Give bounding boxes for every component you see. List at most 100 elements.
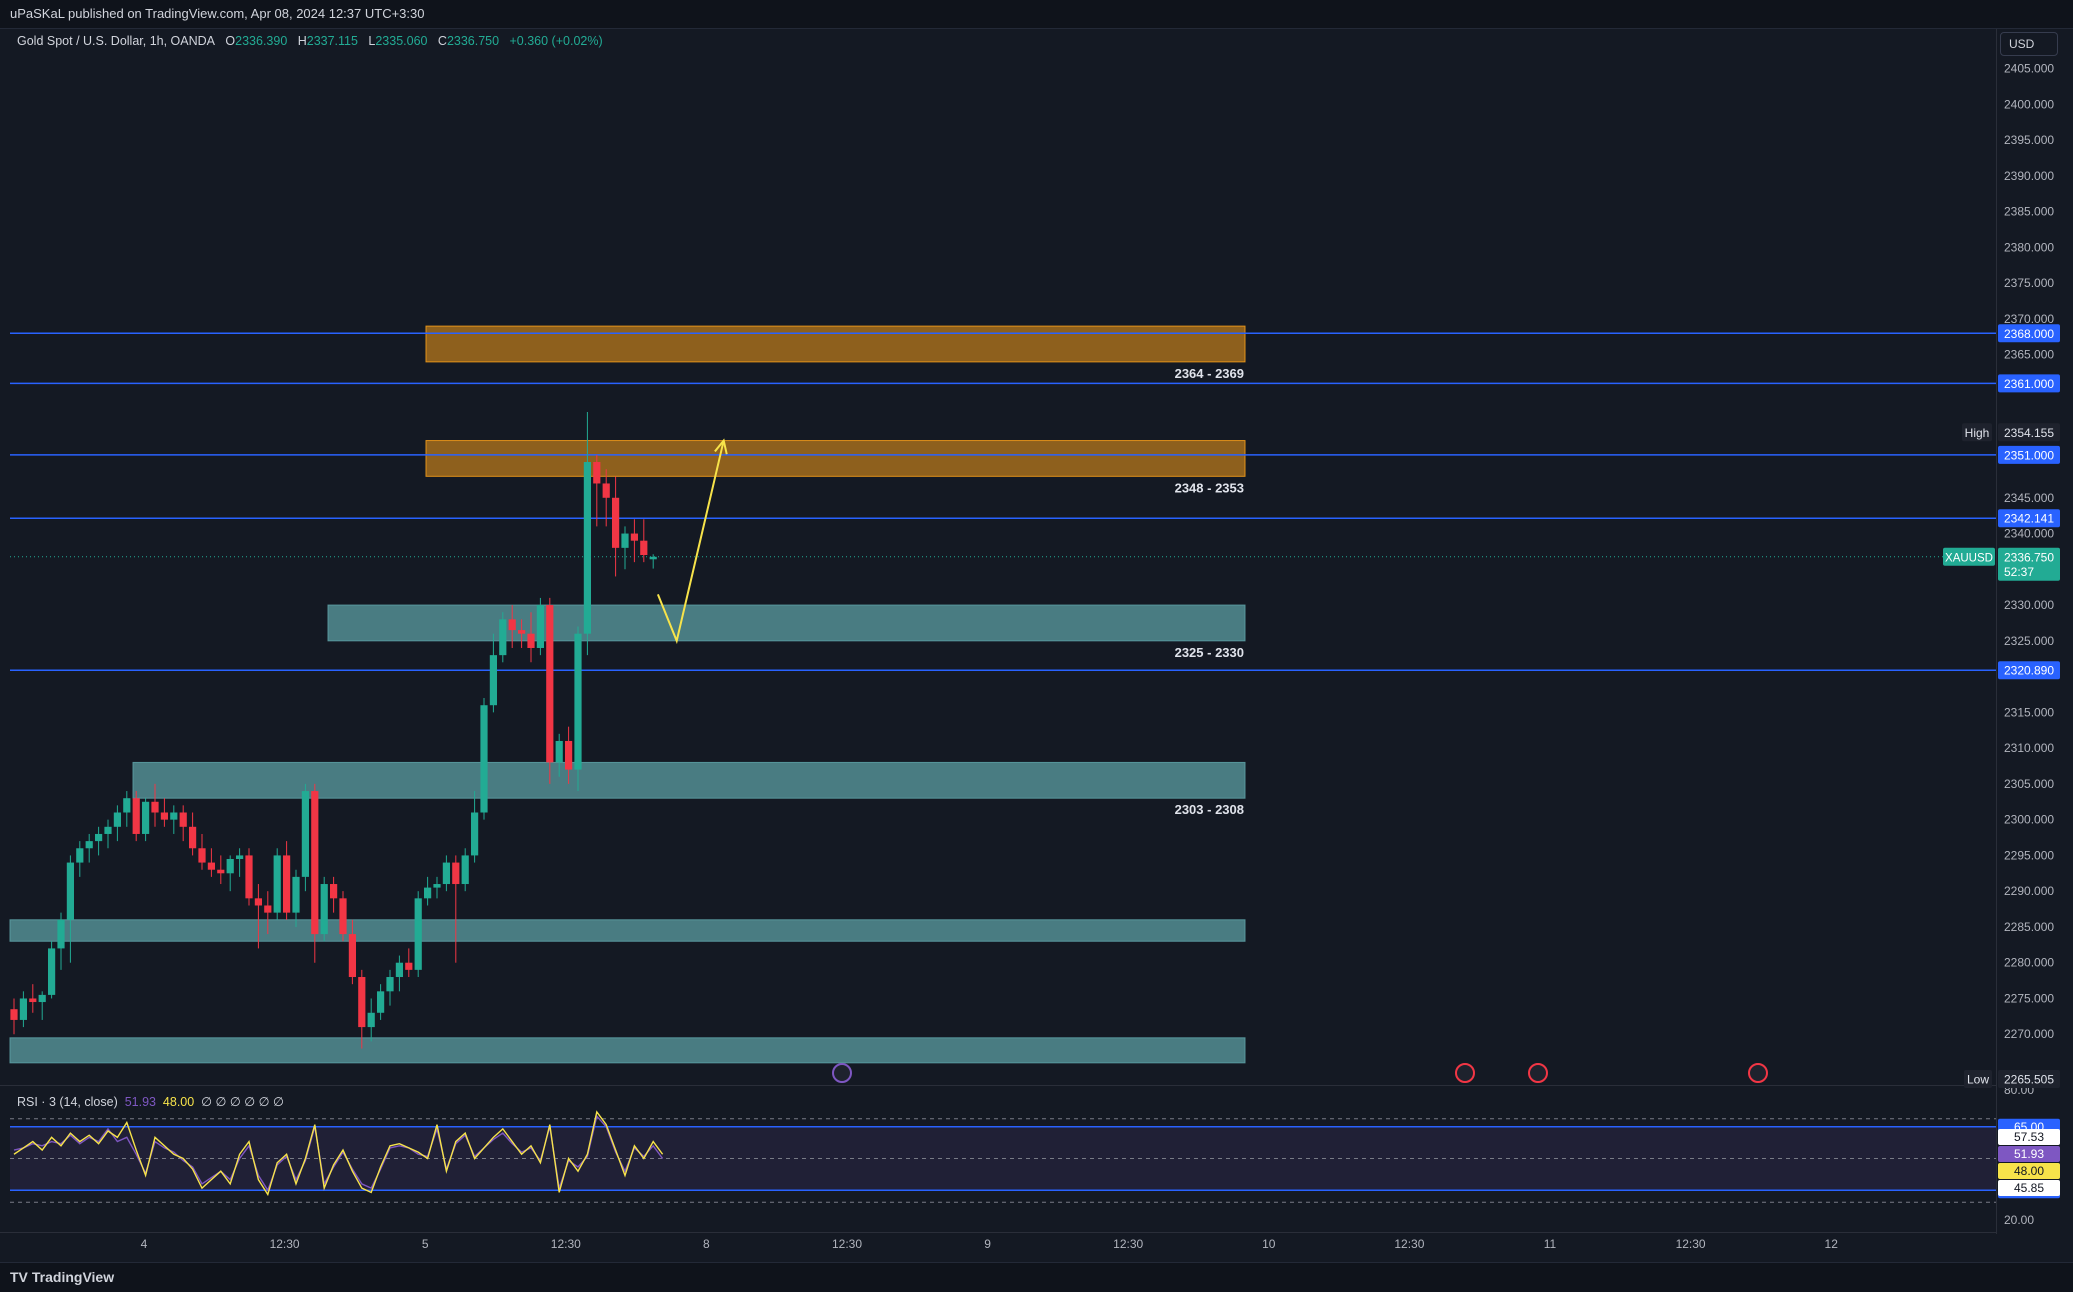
price-axis[interactable]: 2368.000 2361.000 2351.000 2342.141 2320.890… [1943,28,2060,1234]
candle-body-41 [395,962,403,978]
y-tick-3: 2390.000 [2004,169,2054,183]
time-axis-line [0,1232,1996,1233]
us-flag-icon-2 [1528,1063,1548,1083]
y-tick-7: 2370.000 [2004,312,2054,326]
countdown-label: 52:37 [2004,565,2034,579]
x-tick-2: 5 [422,1237,429,1251]
hline-tag-label-4: 2320.890 [2004,664,2054,678]
pane-separator [0,1085,1996,1086]
rsi-placeholders: ∅ ∅ ∅ ∅ ∅ ∅ [201,1095,284,1109]
y-tick-1: 2400.000 [2004,97,2054,111]
publish-info: uPaSKaL published on TradingView.com, Ap… [10,6,425,21]
y-tick-8: 2365.000 [2004,348,2054,362]
rsi-ma-value: 48.00 [162,1095,195,1109]
zone-3 [132,761,1246,799]
high-tag: High [1965,426,1990,440]
us-flag-icon-3 [1748,1063,1768,1083]
x-tick-8: 10 [1262,1237,1276,1251]
candle-body-31 [301,791,309,877]
y-tick-9: 2345.000 [2004,491,2054,505]
rsi-value: 51.93 [124,1095,156,1109]
us-flag-icon-1 [1455,1063,1475,1083]
y-tick-20: 2280.000 [2004,956,2054,970]
low-value: 2265.505 [2004,1073,2054,1087]
candle-body-52 [499,619,507,656]
y-tick-15: 2305.000 [2004,777,2054,791]
y-tick-14: 2310.000 [2004,741,2054,755]
rsi-scale-label-1: 51.93 [2014,1147,2044,1161]
zones-layer: 2364 - 2369 2348 - 2353 2325 - 2330 2303 - … [9,325,1246,1064]
candle-body-19 [189,826,197,849]
candle-body-1 [19,998,27,1020]
rsi-scale-label-3: 45.85 [2014,1181,2044,1195]
y-tick-10: 2340.000 [2004,527,2054,541]
candle-body-29 [283,855,291,913]
y-tick-12: 2325.000 [2004,634,2054,648]
lightning-icon-0 [832,1063,852,1083]
candle-body-12 [123,798,131,813]
rsi-scale-label-0: 57.53 [2014,1130,2044,1144]
candle-body-40 [386,977,394,992]
x-tick-1: 12:30 [270,1237,300,1251]
y-tick-16: 2300.000 [2004,813,2054,827]
candle-body-58 [555,740,563,763]
candle-body-18 [179,812,187,827]
candle-body-14 [142,801,150,834]
candle-body-34 [330,884,338,899]
high-value: 2354.155 [2004,426,2054,440]
candle-body-57 [546,605,554,763]
zone-2 [327,604,1246,642]
high-value: 2337.115 [306,34,358,48]
candle-body-21 [207,862,215,870]
x-tick-5: 12:30 [832,1237,862,1251]
brand-name: TradingView [31,1269,115,1285]
candle-body-62 [593,462,601,484]
candle-body-51 [489,655,497,706]
candle-body-53 [508,619,516,631]
candle-body-54 [518,630,526,634]
candle-body-42 [405,962,413,970]
currency-button[interactable]: USD [2000,32,2058,56]
symbol-name: Gold Spot / U.S. Dollar, 1h, OANDA [17,34,215,48]
rsi-title: RSI · 3 (14, close) [17,1095,118,1109]
candle-body-8 [85,841,93,849]
x-tick-12: 12 [1825,1237,1839,1251]
candle-body-30 [292,876,300,913]
chart-canvas[interactable]: 2364 - 2369 2348 - 2353 2325 - 2330 2303 - … [0,0,2073,1291]
candle-body-44 [424,887,432,899]
rsi-legend[interactable]: RSI · 3 (14, close) 51.93 48.00 ∅ ∅ ∅ ∅ … [17,1094,284,1109]
candle-body-43 [414,898,422,970]
candle-body-23 [226,858,234,874]
candle-body-48 [461,855,469,885]
symbol-tag: XAUUSD [1945,552,1993,564]
candle-body-16 [160,812,168,820]
candle-body-67 [640,540,648,555]
zone-0 [425,325,1246,363]
y-tick-4: 2385.000 [2004,205,2054,219]
y-tick-11: 2330.000 [2004,598,2054,612]
time-axis[interactable]: 4 12:30 5 12:30 8 12:30 9 12:30 10 12:30 11 12:30 12 [0,1232,1996,1251]
candle-body-55 [527,633,535,648]
zone-1 [425,440,1246,477]
x-tick-0: 4 [141,1237,148,1251]
rsi-bottom-label: 20.00 [2004,1213,2034,1227]
events-layer [832,1063,1768,1083]
x-tick-10: 11 [1544,1237,1557,1251]
candle-body-64 [612,497,620,548]
candle-body-50 [480,705,488,813]
tradingview-brand[interactable]: TV TradingView [10,1269,114,1285]
rsi-pane[interactable]: 80.0020.0065.0035.0057.5351.9348.0045.85 [0,1083,2060,1227]
x-tick-11: 12:30 [1676,1237,1706,1251]
candle-body-46 [442,862,450,885]
axis-separator [1996,28,1997,1234]
candle-body-3 [38,994,46,1003]
close-value: 2336.750 [446,34,500,48]
y-tick-2: 2395.000 [2004,133,2054,147]
y-tick-17: 2295.000 [2004,848,2054,862]
hline-tag-label-2: 2351.000 [2004,448,2054,462]
y-tick-22: 2270.000 [2004,1027,2054,1041]
y-tick-6: 2375.000 [2004,276,2054,290]
candle-body-13 [132,798,140,834]
candle-body-7 [76,848,84,863]
symbol-legend[interactable]: Gold Spot / U.S. Dollar, 1h, OANDA O2336… [17,34,603,48]
